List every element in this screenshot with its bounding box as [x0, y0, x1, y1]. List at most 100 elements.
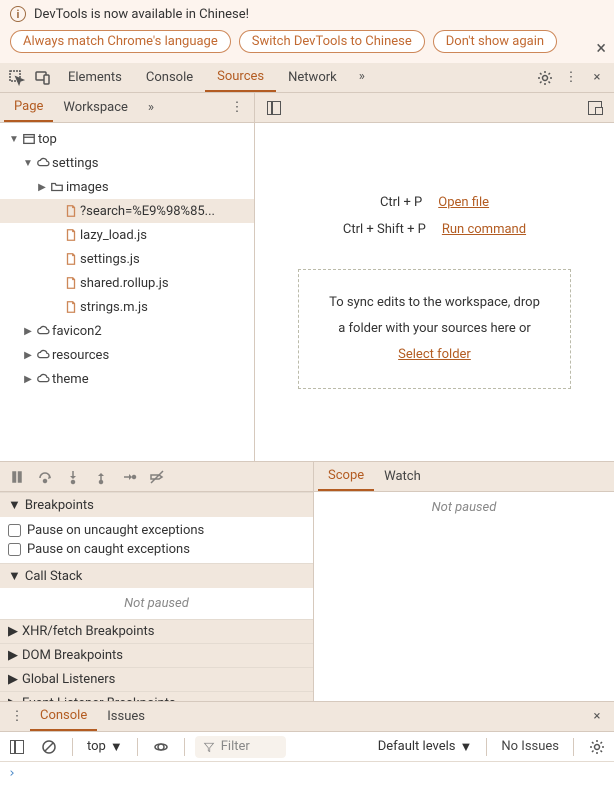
scope-empty: Not paused [314, 492, 614, 523]
inspect-icon[interactable] [4, 65, 30, 91]
cloud-icon [34, 156, 52, 170]
tab-elements[interactable]: Elements [56, 63, 134, 92]
dropzone-text: a folder with your sources here or [329, 316, 540, 342]
tree-item[interactable]: ▶favicon2 [0, 319, 254, 343]
match-language-button[interactable]: Always match Chrome's language [10, 30, 231, 53]
tree-item[interactable]: ?search=%E9%98%85... [0, 199, 254, 223]
callstack-empty: Not paused [0, 588, 313, 619]
filter-placeholder: Filter [221, 739, 250, 754]
navigator-panel: Page Workspace » ⋮ ▼top▼settings▶images?… [0, 93, 255, 461]
pause-uncaught-checkbox[interactable] [8, 524, 21, 537]
live-expression-icon[interactable] [148, 734, 174, 760]
section-global[interactable]: ▶Global Listeners [0, 667, 313, 691]
dont-show-button[interactable]: Don't show again [433, 30, 557, 53]
tree-label: theme [52, 372, 89, 387]
file-tree[interactable]: ▼top▼settings▶images ?search=%E9%98%85...… [0, 123, 254, 461]
close-drawer-icon[interactable]: × [584, 704, 610, 730]
navigator-menu-icon[interactable]: ⋮ [224, 95, 250, 121]
tree-item[interactable]: ▼top [0, 127, 254, 151]
log-levels-selector[interactable]: Default levels▼ [374, 739, 477, 755]
shortcut-key: Ctrl + Shift + P [343, 222, 426, 237]
section-dom[interactable]: ▶DOM Breakpoints [0, 643, 313, 667]
workspace-dropzone[interactable]: To sync edits to the workspace, drop a f… [298, 269, 571, 389]
editor-panel: Ctrl + P Open file Ctrl + Shift + P Run … [255, 93, 614, 461]
step-over-icon[interactable] [32, 464, 58, 490]
file-icon [62, 204, 80, 218]
run-command-link[interactable]: Run command [442, 222, 526, 237]
step-icon[interactable] [116, 464, 142, 490]
infobar-message: DevTools is now available in Chinese! [34, 7, 249, 22]
subtab-page[interactable]: Page [4, 93, 53, 122]
issues-button[interactable]: No Issues [497, 739, 563, 754]
file-icon [62, 276, 80, 290]
context-selector[interactable]: top▼ [83, 739, 127, 755]
console-prompt[interactable]: › [8, 766, 16, 781]
tree-label: top [38, 132, 57, 147]
tree-item[interactable]: settings.js [0, 247, 254, 271]
section-xhr[interactable]: ▶XHR/fetch Breakpoints [0, 619, 313, 643]
tree-item[interactable]: shared.rollup.js [0, 271, 254, 295]
tree-item[interactable]: ▼settings [0, 151, 254, 175]
tab-sources[interactable]: Sources [205, 63, 276, 92]
close-icon[interactable]: × [596, 38, 606, 59]
settings-icon[interactable] [532, 65, 558, 91]
tree-label: ?search=%E9%98%85... [80, 204, 215, 219]
section-event[interactable]: ▶Event Listener Breakpoints [0, 691, 313, 701]
cloud-icon [34, 324, 52, 338]
filter-input[interactable]: Filter [195, 736, 287, 758]
console-settings-icon[interactable] [584, 734, 610, 760]
checkbox-label: Pause on caught exceptions [27, 542, 190, 557]
info-icon: i [10, 6, 26, 22]
step-into-icon[interactable] [60, 464, 86, 490]
cloud-icon [34, 348, 52, 362]
tab-network[interactable]: Network [276, 63, 349, 92]
debugger-panel: ▼Breakpoints Pause on uncaught exception… [0, 461, 614, 701]
tab-watch[interactable]: Watch [374, 462, 431, 491]
pause-caught-checkbox[interactable] [8, 543, 21, 556]
tab-scope[interactable]: Scope [318, 462, 374, 491]
tree-item[interactable]: ▶resources [0, 343, 254, 367]
device-icon[interactable] [30, 65, 56, 91]
tab-console[interactable]: Console [134, 63, 205, 92]
tree-label: images [66, 180, 109, 195]
toggle-navigator-icon[interactable] [261, 95, 287, 121]
dropzone-text: To sync edits to the workspace, drop [329, 290, 540, 316]
clear-console-icon[interactable] [36, 734, 62, 760]
drawer-menu-icon[interactable]: ⋮ [4, 704, 30, 730]
more-subtabs-icon[interactable]: » [138, 95, 164, 121]
folder-icon [48, 180, 66, 194]
expand-editor-icon[interactable] [582, 95, 608, 121]
tree-label: settings.js [80, 252, 140, 267]
step-out-icon[interactable] [88, 464, 114, 490]
switch-language-button[interactable]: Switch DevTools to Chinese [239, 30, 425, 53]
main-toolbar: Elements Console Sources Network » ⋮ × [0, 63, 614, 93]
tree-label: resources [52, 348, 109, 363]
tree-item[interactable]: strings.m.js [0, 295, 254, 319]
drawer-tab-console[interactable]: Console [30, 702, 97, 731]
select-folder-link[interactable]: Select folder [398, 347, 471, 362]
tree-label: lazy_load.js [80, 228, 147, 243]
cloud-icon [34, 372, 52, 386]
close-panel-icon[interactable]: × [584, 65, 610, 91]
tree-item[interactable]: lazy_load.js [0, 223, 254, 247]
tree-label: strings.m.js [80, 300, 148, 315]
deactivate-breakpoints-icon[interactable] [144, 464, 170, 490]
console-drawer: ⋮ Console Issues × top▼ Filter Default l… [0, 701, 614, 811]
subtab-workspace[interactable]: Workspace [53, 93, 138, 122]
shortcut-key: Ctrl + P [380, 195, 422, 210]
section-breakpoints[interactable]: ▼Breakpoints [0, 492, 313, 517]
checkbox-label: Pause on uncaught exceptions [27, 523, 204, 538]
tree-item[interactable]: ▶images [0, 175, 254, 199]
open-file-link[interactable]: Open file [438, 195, 489, 210]
kebab-icon[interactable]: ⋮ [558, 65, 584, 91]
file-icon [62, 228, 80, 242]
tree-item[interactable]: ▶theme [0, 367, 254, 391]
file-icon [62, 252, 80, 266]
pause-icon[interactable] [4, 464, 30, 490]
drawer-tab-issues[interactable]: Issues [97, 702, 155, 731]
frame-icon [20, 132, 38, 146]
more-tabs-icon[interactable]: » [349, 63, 375, 89]
toggle-sidebar-icon[interactable] [4, 734, 30, 760]
file-icon [62, 300, 80, 314]
section-callstack[interactable]: ▼Call Stack [0, 563, 313, 588]
